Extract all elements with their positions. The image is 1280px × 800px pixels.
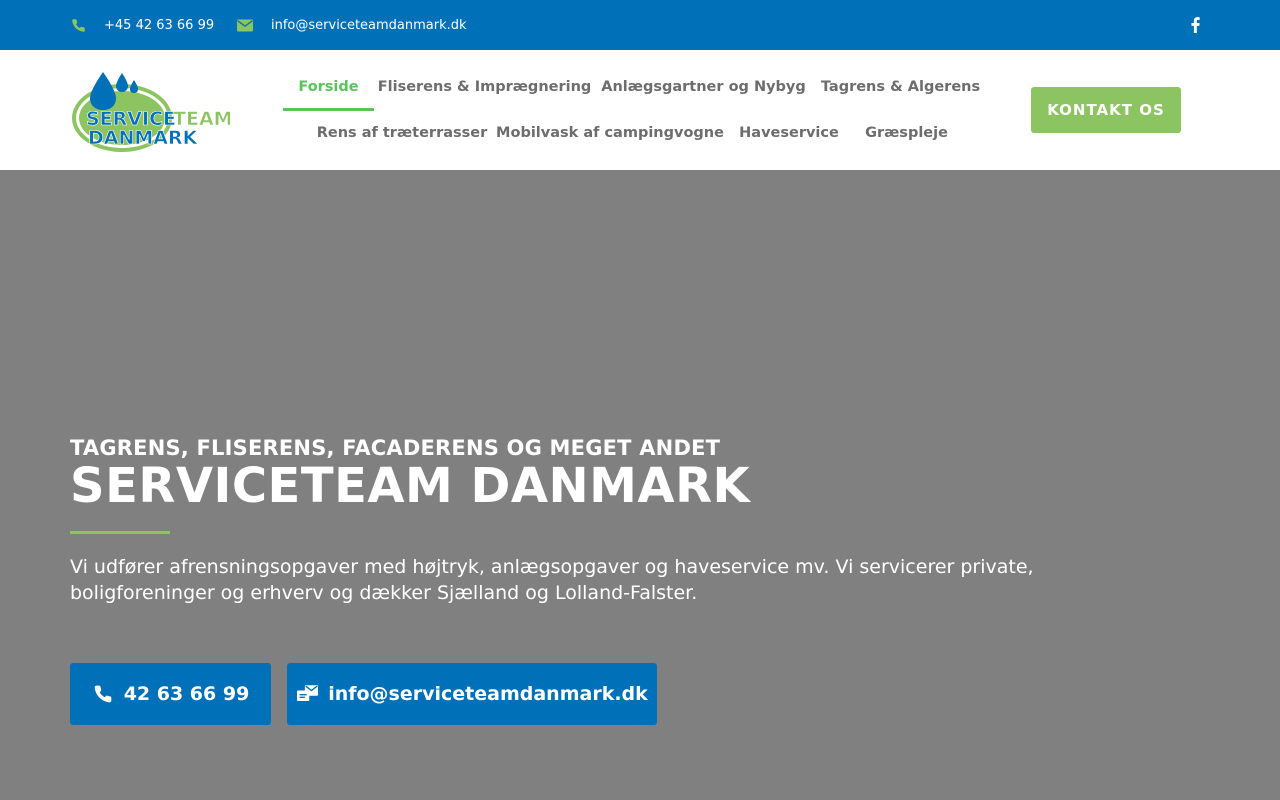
topbar-email-link[interactable]: info@serviceteamdanmark.dk bbox=[237, 0, 467, 50]
hero-title: SERVICETEAM DANMARK bbox=[70, 458, 751, 514]
logo-text-danmark: DANMARK bbox=[88, 127, 199, 149]
main-header: SERVICE TEAM DANMARK Forside Fliserens &… bbox=[0, 50, 1280, 170]
nav-item-traeterrasser[interactable]: Rens af træterrasser bbox=[317, 110, 488, 156]
nav-item-haveservice[interactable]: Haveservice bbox=[737, 110, 841, 156]
email-button-label: info@serviceteamdanmark.dk bbox=[328, 683, 648, 705]
hero-subtitle: TAGRENS, FLISERENS, FACADERENS OG MEGET … bbox=[70, 436, 721, 460]
topbar-email-text: info@serviceteamdanmark.dk bbox=[271, 17, 467, 33]
contact-us-button[interactable]: KONTAKT OS bbox=[1031, 87, 1181, 133]
top-contact-bar: +45 42 63 66 99 info@serviceteamdanmark.… bbox=[0, 0, 1280, 50]
nav-item-fliserens[interactable]: Fliserens & Imprægnering bbox=[378, 64, 592, 110]
topbar-phone-text: +45 42 63 66 99 bbox=[104, 17, 215, 33]
topbar-phone-link[interactable]: +45 42 63 66 99 bbox=[70, 0, 214, 50]
email-button[interactable]: info@serviceteamdanmark.dk bbox=[287, 663, 657, 725]
phone-icon bbox=[70, 17, 86, 33]
nav-item-campingvogne[interactable]: Mobilvask af campingvogne bbox=[496, 110, 724, 156]
mailbox-icon bbox=[296, 683, 318, 705]
hero-section: TAGRENS, FLISERENS, FACADERENS OG MEGET … bbox=[0, 170, 1280, 800]
hero-divider bbox=[70, 531, 170, 534]
call-button-label: 42 63 66 99 bbox=[123, 683, 250, 705]
envelope-icon bbox=[237, 17, 253, 33]
nav-item-anlaegsgartner[interactable]: Anlægsgartner og Nybyg bbox=[601, 64, 806, 110]
serviceteam-logo[interactable]: SERVICE TEAM DANMARK bbox=[70, 68, 233, 154]
call-button[interactable]: 42 63 66 99 bbox=[70, 663, 271, 725]
facebook-icon[interactable] bbox=[1187, 16, 1203, 34]
nav-item-forside[interactable]: Forside bbox=[283, 64, 374, 111]
nav-item-graespleje[interactable]: Græspleje bbox=[861, 110, 952, 156]
phone-icon bbox=[92, 683, 114, 705]
nav-item-tagrens[interactable]: Tagrens & Algerens bbox=[821, 64, 980, 110]
hero-description: Vi udfører afrensningsopgaver med højtry… bbox=[70, 556, 1034, 604]
